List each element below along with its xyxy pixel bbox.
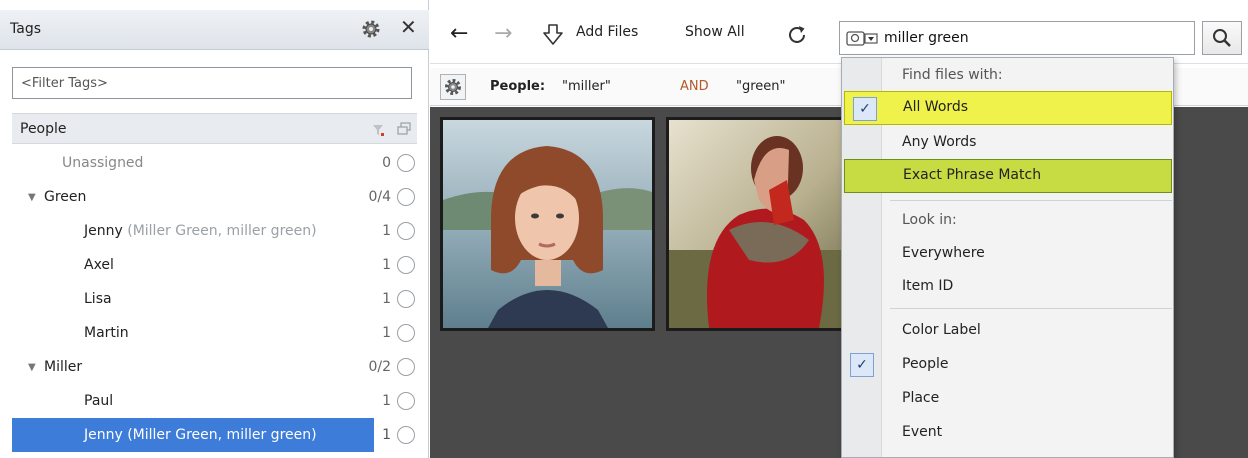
toolbar: ← → Add Files Show All (430, 10, 1248, 64)
tag-row-paul[interactable]: Paul 1 (12, 384, 417, 418)
assign-circle-icon[interactable] (397, 358, 415, 376)
expand-triangle-icon[interactable]: ▼ (28, 362, 36, 373)
checkmark-icon: ✓ (853, 97, 877, 121)
query-settings-button[interactable] (440, 74, 466, 100)
add-files-icon[interactable] (542, 23, 564, 47)
window-icon[interactable] (397, 122, 411, 136)
menu-item-label: Exact Phrase Match (903, 167, 1042, 183)
menu-item-label: Place (902, 390, 940, 406)
menu-heading-label: Look in: (902, 212, 957, 228)
menu-item-label: Any Words (902, 134, 977, 150)
forward-arrow-icon[interactable]: → (494, 22, 512, 46)
tag-label: Axel (84, 257, 114, 273)
thumbnail-portrait-woman[interactable] (440, 117, 655, 331)
search-button[interactable] (1202, 21, 1242, 55)
menu-item-everywhere[interactable]: Everywhere (842, 237, 1173, 271)
tag-count: 1 (382, 325, 391, 341)
tag-label: Jenny (Miller Green, miller green) (84, 223, 317, 239)
tag-row-martin[interactable]: Martin 1 (12, 316, 417, 350)
assign-circle-icon[interactable] (397, 324, 415, 342)
menu-item-label: All Words (903, 99, 969, 115)
tag-count: 1 (382, 257, 391, 273)
menu-item-label: People (902, 356, 949, 372)
menu-item-label: Color Label (902, 322, 981, 338)
portrait-photo (443, 120, 652, 328)
add-files-button[interactable]: Add Files (576, 24, 638, 40)
tag-count: 1 (382, 427, 391, 443)
assign-circle-icon[interactable] (397, 188, 415, 206)
menu-item-label: Everywhere (902, 245, 985, 261)
tag-label: Paul (84, 393, 114, 409)
query-term-1[interactable]: "miller" (562, 79, 611, 94)
people-section-header[interactable]: People (12, 113, 417, 144)
tag-label: Jenny (Miller Green, miller green) (84, 427, 317, 443)
assign-circle-icon[interactable] (397, 290, 415, 308)
menu-item-all-words[interactable]: ✓ All Words (844, 91, 1172, 125)
tags-panel: Tags ✕ People Unassigned 0 ▼ Green 0/4 (0, 0, 429, 458)
assign-circle-icon[interactable] (397, 426, 415, 444)
assign-circle-icon[interactable] (397, 392, 415, 410)
tag-row-miller[interactable]: ▼ Miller 0/2 (12, 350, 417, 384)
menu-item-place[interactable]: Place (842, 382, 1173, 416)
tag-row-green[interactable]: ▼ Green 0/4 (12, 180, 417, 214)
menu-item-event[interactable]: Event (842, 416, 1173, 450)
back-arrow-icon[interactable]: ← (450, 22, 468, 46)
menu-heading-label: Find files with: (902, 67, 1003, 83)
expand-triangle-icon[interactable]: ▼ (28, 192, 36, 203)
tag-count: 0 (382, 155, 391, 171)
menu-item-label: Event (902, 424, 943, 440)
magnifier-icon (1213, 29, 1231, 47)
search-input[interactable] (884, 26, 1184, 50)
menu-item-exact-phrase[interactable]: Exact Phrase Match (844, 159, 1172, 193)
tag-label: Martin (84, 325, 129, 341)
menu-item-item-id[interactable]: Item ID (842, 270, 1173, 304)
menu-item-color-label[interactable]: Color Label (842, 314, 1173, 348)
refresh-icon[interactable] (786, 24, 808, 46)
menu-separator (890, 200, 1172, 201)
close-icon[interactable]: ✕ (400, 16, 417, 38)
tag-label: Lisa (84, 291, 112, 307)
tag-row-lisa[interactable]: Lisa 1 (12, 282, 417, 316)
filter-tags-input[interactable] (12, 67, 412, 99)
tag-label: Unassigned (62, 155, 144, 171)
menu-separator (890, 308, 1172, 309)
tag-row-jenny[interactable]: Jenny (Miller Green, miller green) 1 (12, 214, 417, 248)
find-files-heading: Find files with: (842, 59, 1173, 93)
menu-item-any-words[interactable]: Any Words (842, 126, 1173, 160)
tag-row-jenny-selected[interactable]: Jenny (Miller Green, miller green) 1 (12, 418, 417, 452)
tag-name: Jenny (84, 223, 123, 239)
tag-label: Miller (44, 359, 83, 375)
tag-count: 0/4 (368, 189, 391, 205)
tag-alias: (Miller Green, miller green) (127, 223, 317, 239)
tag-tree: Unassigned 0 ▼ Green 0/4 Jenny (Miller G… (12, 146, 417, 452)
look-in-heading: Look in: (842, 204, 1173, 238)
menu-item-people[interactable]: ✓ People (842, 348, 1173, 382)
gear-icon (445, 79, 461, 95)
checkmark-icon: ✓ (850, 353, 874, 377)
menu-item-label: Item ID (902, 278, 954, 294)
query-field-label: People: (490, 79, 546, 94)
assign-circle-icon[interactable] (397, 154, 415, 172)
gear-icon[interactable] (360, 18, 382, 40)
tag-label: Green (44, 189, 87, 205)
people-section-label: People (20, 121, 67, 137)
search-mode-icon[interactable] (846, 30, 880, 48)
tag-count: 0/2 (368, 359, 391, 375)
tag-row-unassigned[interactable]: Unassigned 0 (12, 146, 417, 180)
filter-funnel-icon[interactable] (372, 124, 384, 136)
tag-count: 1 (382, 291, 391, 307)
query-term-2[interactable]: "green" (736, 79, 786, 94)
tag-row-axel[interactable]: Axel 1 (12, 248, 417, 282)
assign-circle-icon[interactable] (397, 256, 415, 274)
query-operator[interactable]: AND (680, 79, 709, 94)
search-options-menu: Find files with: ✓ All Words Any Words E… (841, 57, 1174, 458)
tags-panel-header: Tags ✕ (0, 10, 429, 50)
tag-count: 1 (382, 393, 391, 409)
show-all-button[interactable]: Show All (685, 24, 745, 40)
search-field[interactable] (839, 21, 1195, 55)
assign-circle-icon[interactable] (397, 222, 415, 240)
tags-panel-title: Tags (10, 21, 41, 37)
tag-count: 1 (382, 223, 391, 239)
